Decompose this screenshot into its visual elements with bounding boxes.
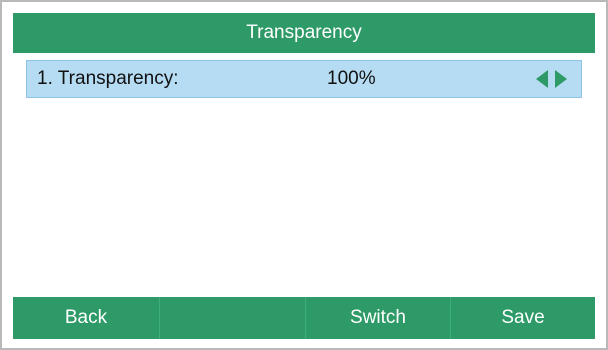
phone-screen-frame: Transparency 1. Transparency: 100% Back … [0,0,608,350]
setting-label: 1. Transparency: [37,68,179,89]
empty-softkey[interactable] [159,297,305,339]
setting-value: 100% [327,68,376,89]
save-button[interactable]: Save [450,297,595,339]
setting-row-transparency[interactable]: 1. Transparency: 100% [26,60,582,98]
switch-button[interactable]: Switch [305,297,450,339]
triangle-left-icon[interactable] [536,70,548,88]
triangle-right-icon[interactable] [555,70,567,88]
title-bar: Transparency [13,13,595,53]
back-button[interactable]: Back [13,297,159,339]
value-switcher [536,70,567,88]
page-title: Transparency [246,22,362,43]
softkey-bar: Back Switch Save [13,297,595,339]
lcd-screen: Transparency 1. Transparency: 100% Back … [13,13,595,339]
settings-list: 1. Transparency: 100% [13,53,595,297]
